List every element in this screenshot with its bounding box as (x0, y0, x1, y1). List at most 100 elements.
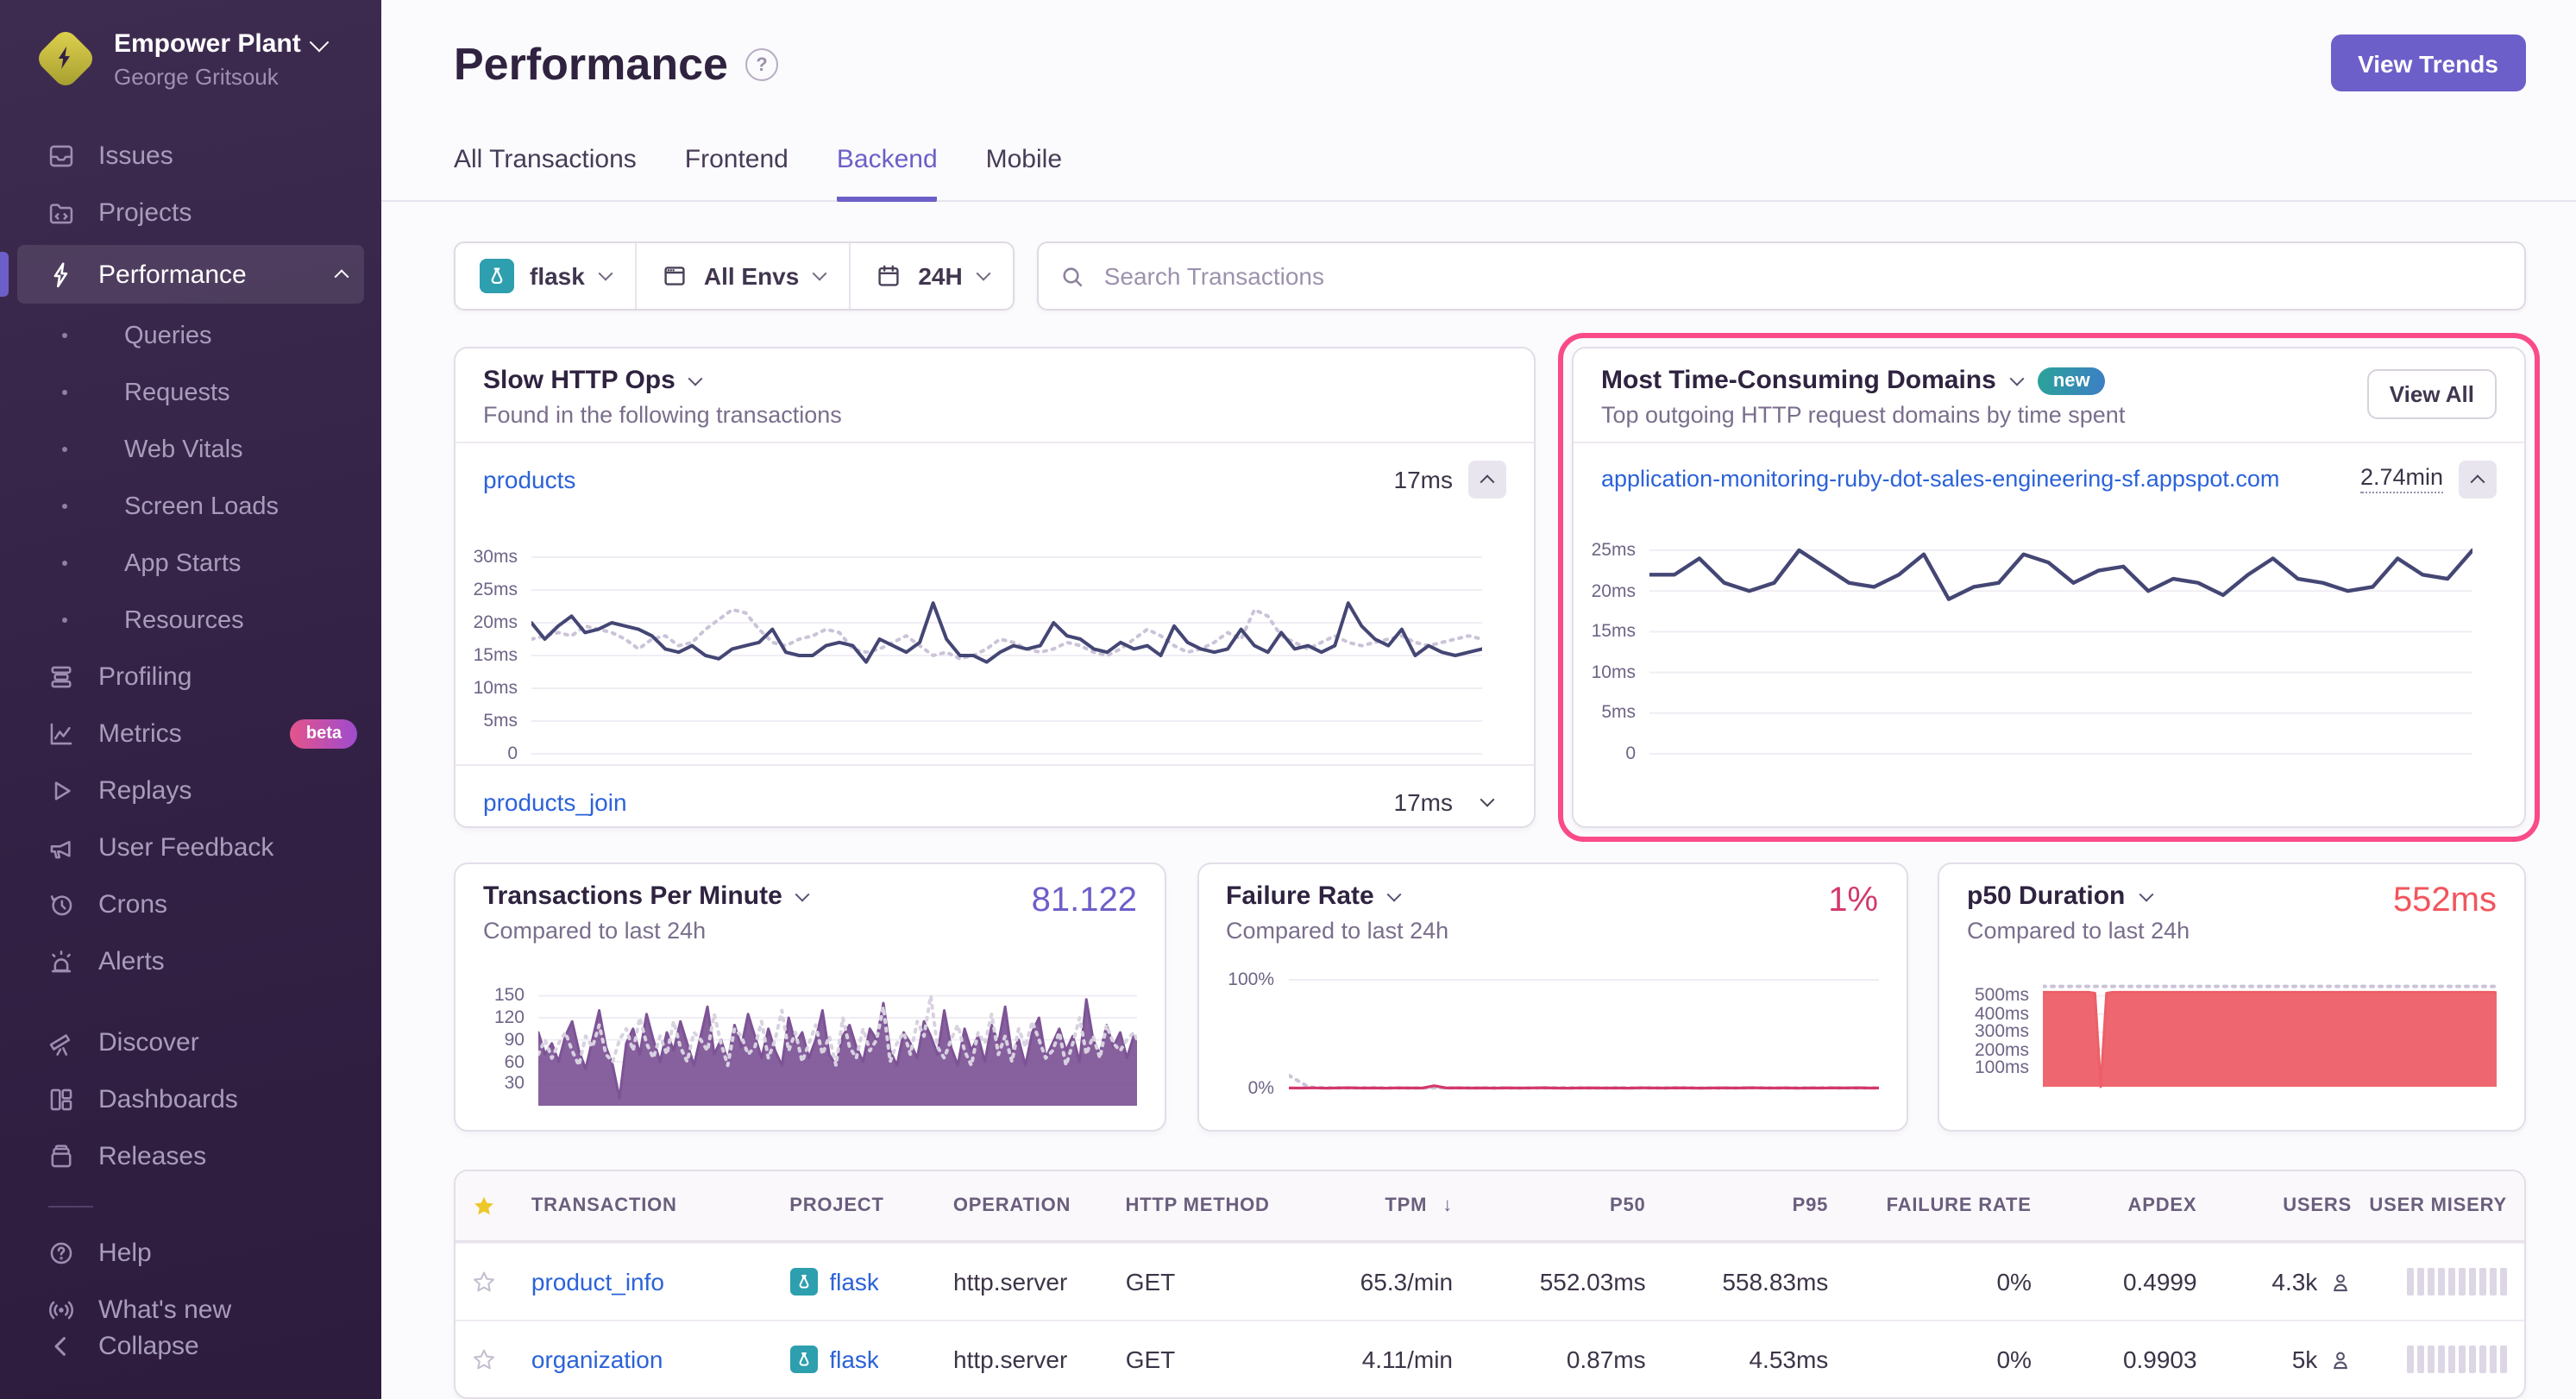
project-filter[interactable]: flask (456, 243, 635, 309)
widget-subtitle: Found in the following transactions (483, 402, 1506, 428)
sidebar-item-crons[interactable]: Crons (0, 876, 381, 933)
sidebar-item-profiling[interactable]: Profiling (0, 649, 381, 706)
transaction-link[interactable]: products_join (483, 787, 627, 815)
sidebar-item-projects[interactable]: Projects (0, 185, 381, 242)
star-icon[interactable] (472, 1193, 498, 1219)
sidebar-item-requests[interactable]: Requests (0, 364, 381, 421)
tab-backend[interactable]: Backend (837, 145, 938, 202)
sidebar-item-issues[interactable]: Issues (0, 128, 381, 185)
view-all-button[interactable]: View All (2367, 369, 2497, 419)
performance-dashboard: Empower Plant George Gritsouk Issues Pro… (0, 0, 2576, 1399)
tab-all-transactions[interactable]: All Transactions (454, 145, 637, 200)
org-switcher[interactable]: Empower Plant George Gritsouk (0, 0, 381, 100)
flask-project-icon (480, 259, 514, 293)
widget-title: Transactions Per Minute (483, 881, 782, 911)
sidebar-item-discover[interactable]: Discover (0, 1014, 381, 1071)
user-misery-cell (2369, 1346, 2524, 1373)
column-header-apdex[interactable]: APDEX (2049, 1195, 2215, 1216)
star-outline-icon[interactable] (472, 1346, 498, 1372)
sidebar-item-metrics[interactable]: Metrics beta (0, 706, 381, 762)
widget-title-dropdown[interactable]: Most Time-Consuming Domains new (1601, 366, 2497, 395)
sidebar-item-queries[interactable]: Queries (0, 307, 381, 364)
most-time-consuming-domains-widget: Most Time-Consuming Domains new Top outg… (1572, 347, 2526, 828)
transaction-link[interactable]: products (483, 465, 575, 492)
column-header-users[interactable]: USERS (2214, 1195, 2369, 1216)
column-header-http-method[interactable]: HTTP METHOD (1108, 1195, 1280, 1216)
chevron-down-icon (1387, 887, 1402, 901)
grid-icon (47, 1085, 76, 1114)
time-range-filter[interactable]: 24H (849, 243, 1012, 309)
column-header-failure-rate[interactable]: FAILURE RATE (1845, 1195, 2049, 1216)
sidebar-item-label: Replays (98, 776, 192, 806)
tab-frontend[interactable]: Frontend (685, 145, 789, 200)
chevron-down-icon (2139, 887, 2153, 901)
main-content: Performance ? View Trends All Transactio… (381, 0, 2576, 1399)
sidebar-item-screen-loads[interactable]: Screen Loads (0, 478, 381, 535)
sidebar-item-resources[interactable]: Resources (0, 592, 381, 649)
transaction-link[interactable]: organization (531, 1346, 663, 1373)
column-header-p50[interactable]: P50 (1470, 1195, 1663, 1216)
widget-title-dropdown[interactable]: Failure Rate (1226, 881, 1878, 911)
column-header-project[interactable]: PROJECT (772, 1195, 936, 1216)
tpm-cell: 4.11/min (1280, 1346, 1470, 1373)
environment-filter[interactable]: All Envs (635, 243, 850, 309)
widget-title: p50 Duration (1967, 881, 2125, 911)
sidebar-collapse-button[interactable]: Collapse (0, 1318, 381, 1375)
active-indicator (0, 252, 9, 297)
column-header-tpm[interactable]: TPM↓ (1280, 1195, 1470, 1216)
view-trends-button[interactable]: View Trends (2330, 35, 2526, 91)
p50-cell: 552.03ms (1470, 1268, 1663, 1295)
tpm-chart (538, 950, 1137, 1116)
sidebar-item-label: Web Vitals (124, 436, 243, 463)
domain-row: application-monitoring-ruby-dot-sales-en… (1574, 442, 2524, 514)
collapse-row-button[interactable] (2459, 460, 2497, 498)
column-header-p95[interactable]: P95 (1663, 1195, 1846, 1216)
tab-mobile[interactable]: Mobile (986, 145, 1062, 200)
sidebar-item-label: User Feedback (98, 833, 273, 863)
transaction-link[interactable]: product_info (531, 1268, 664, 1295)
sidebar-item-help[interactable]: Help (0, 1225, 381, 1282)
table-row: organization flask http.server GET 4.11/… (456, 1320, 2524, 1397)
expand-row-button[interactable] (1468, 782, 1506, 820)
siren-icon (47, 947, 76, 976)
sidebar-item-web-vitals[interactable]: Web Vitals (0, 421, 381, 478)
help-icon[interactable]: ? (745, 48, 778, 81)
sidebar-item-app-starts[interactable]: App Starts (0, 535, 381, 592)
operation-cell: http.server (936, 1346, 1109, 1373)
question-icon (47, 1239, 76, 1268)
sidebar-item-label: Help (98, 1239, 152, 1268)
project-link[interactable]: flask (829, 1268, 879, 1295)
collapse-row-button[interactable] (1468, 460, 1506, 498)
sidebar-item-label: Issues (98, 141, 173, 171)
sidebar-item-label: Performance (98, 260, 247, 289)
sidebar-item-performance[interactable]: Performance (17, 245, 364, 304)
search-input[interactable] (1101, 260, 2504, 292)
y-axis: 30ms25ms20ms15ms10ms5ms0 (456, 514, 531, 764)
sidebar-item-dashboards[interactable]: Dashboards (0, 1071, 381, 1128)
sidebar-item-replays[interactable]: Replays (0, 762, 381, 819)
sidebar-item-alerts[interactable]: Alerts (0, 933, 381, 990)
column-header-user-misery[interactable]: USER MISERY (2369, 1195, 2524, 1216)
widget-subtitle: Compared to last 24h (1967, 918, 2497, 944)
tpm-value: 81.122 (1032, 881, 1137, 921)
bullet-icon (62, 504, 67, 509)
page-filter-bar: flask All Envs 24H (454, 242, 1015, 311)
users-cell: 5k (2215, 1346, 2370, 1373)
sidebar-divider (48, 1206, 93, 1208)
tab-bar: All Transactions Frontend Backend Mobile (381, 145, 2576, 202)
chevron-up-icon (335, 269, 349, 284)
star-outline-icon[interactable] (472, 1269, 498, 1295)
p50-duration-chart (2043, 950, 2497, 1116)
chevron-down-icon (688, 371, 703, 386)
column-header-operation[interactable]: OPERATION (936, 1195, 1109, 1216)
widget-title-dropdown[interactable]: Slow HTTP Ops (483, 366, 1506, 395)
sidebar-item-user-feedback[interactable]: User Feedback (0, 819, 381, 876)
y-axis: 100%0% (1226, 950, 1288, 1116)
column-header-transaction[interactable]: TRANSACTION (514, 1195, 772, 1216)
project-link[interactable]: flask (829, 1346, 879, 1373)
p95-cell: 4.53ms (1663, 1346, 1846, 1373)
time-spent-value: 2.74min (2360, 464, 2443, 493)
sidebar-item-releases[interactable]: Releases (0, 1128, 381, 1185)
widget-subtitle: Compared to last 24h (483, 918, 1137, 944)
domain-link[interactable]: application-monitoring-ruby-dot-sales-en… (1601, 466, 2279, 492)
